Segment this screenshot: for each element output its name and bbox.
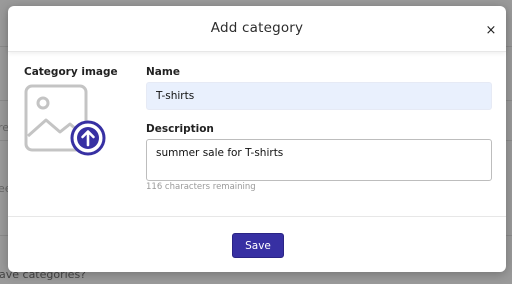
dialog-header: Add category × — [8, 6, 506, 52]
save-button[interactable]: Save — [232, 233, 284, 258]
name-label: Name — [146, 66, 180, 78]
dialog-footer-divider — [8, 216, 506, 217]
close-icon[interactable]: × — [484, 24, 498, 38]
add-category-dialog: Add category × Category image Name Descr… — [8, 6, 506, 272]
dialog-title: Add category — [210, 20, 304, 36]
characters-remaining: 116 characters remaining — [146, 182, 256, 192]
name-input[interactable] — [146, 82, 492, 110]
category-image-label: Category image — [24, 66, 118, 78]
image-icon — [24, 84, 106, 156]
description-input[interactable]: summer sale for T-shirts — [146, 139, 492, 181]
description-label: Description — [146, 123, 214, 135]
upload-arrow-icon — [70, 120, 106, 156]
category-image-upload[interactable] — [24, 84, 114, 160]
